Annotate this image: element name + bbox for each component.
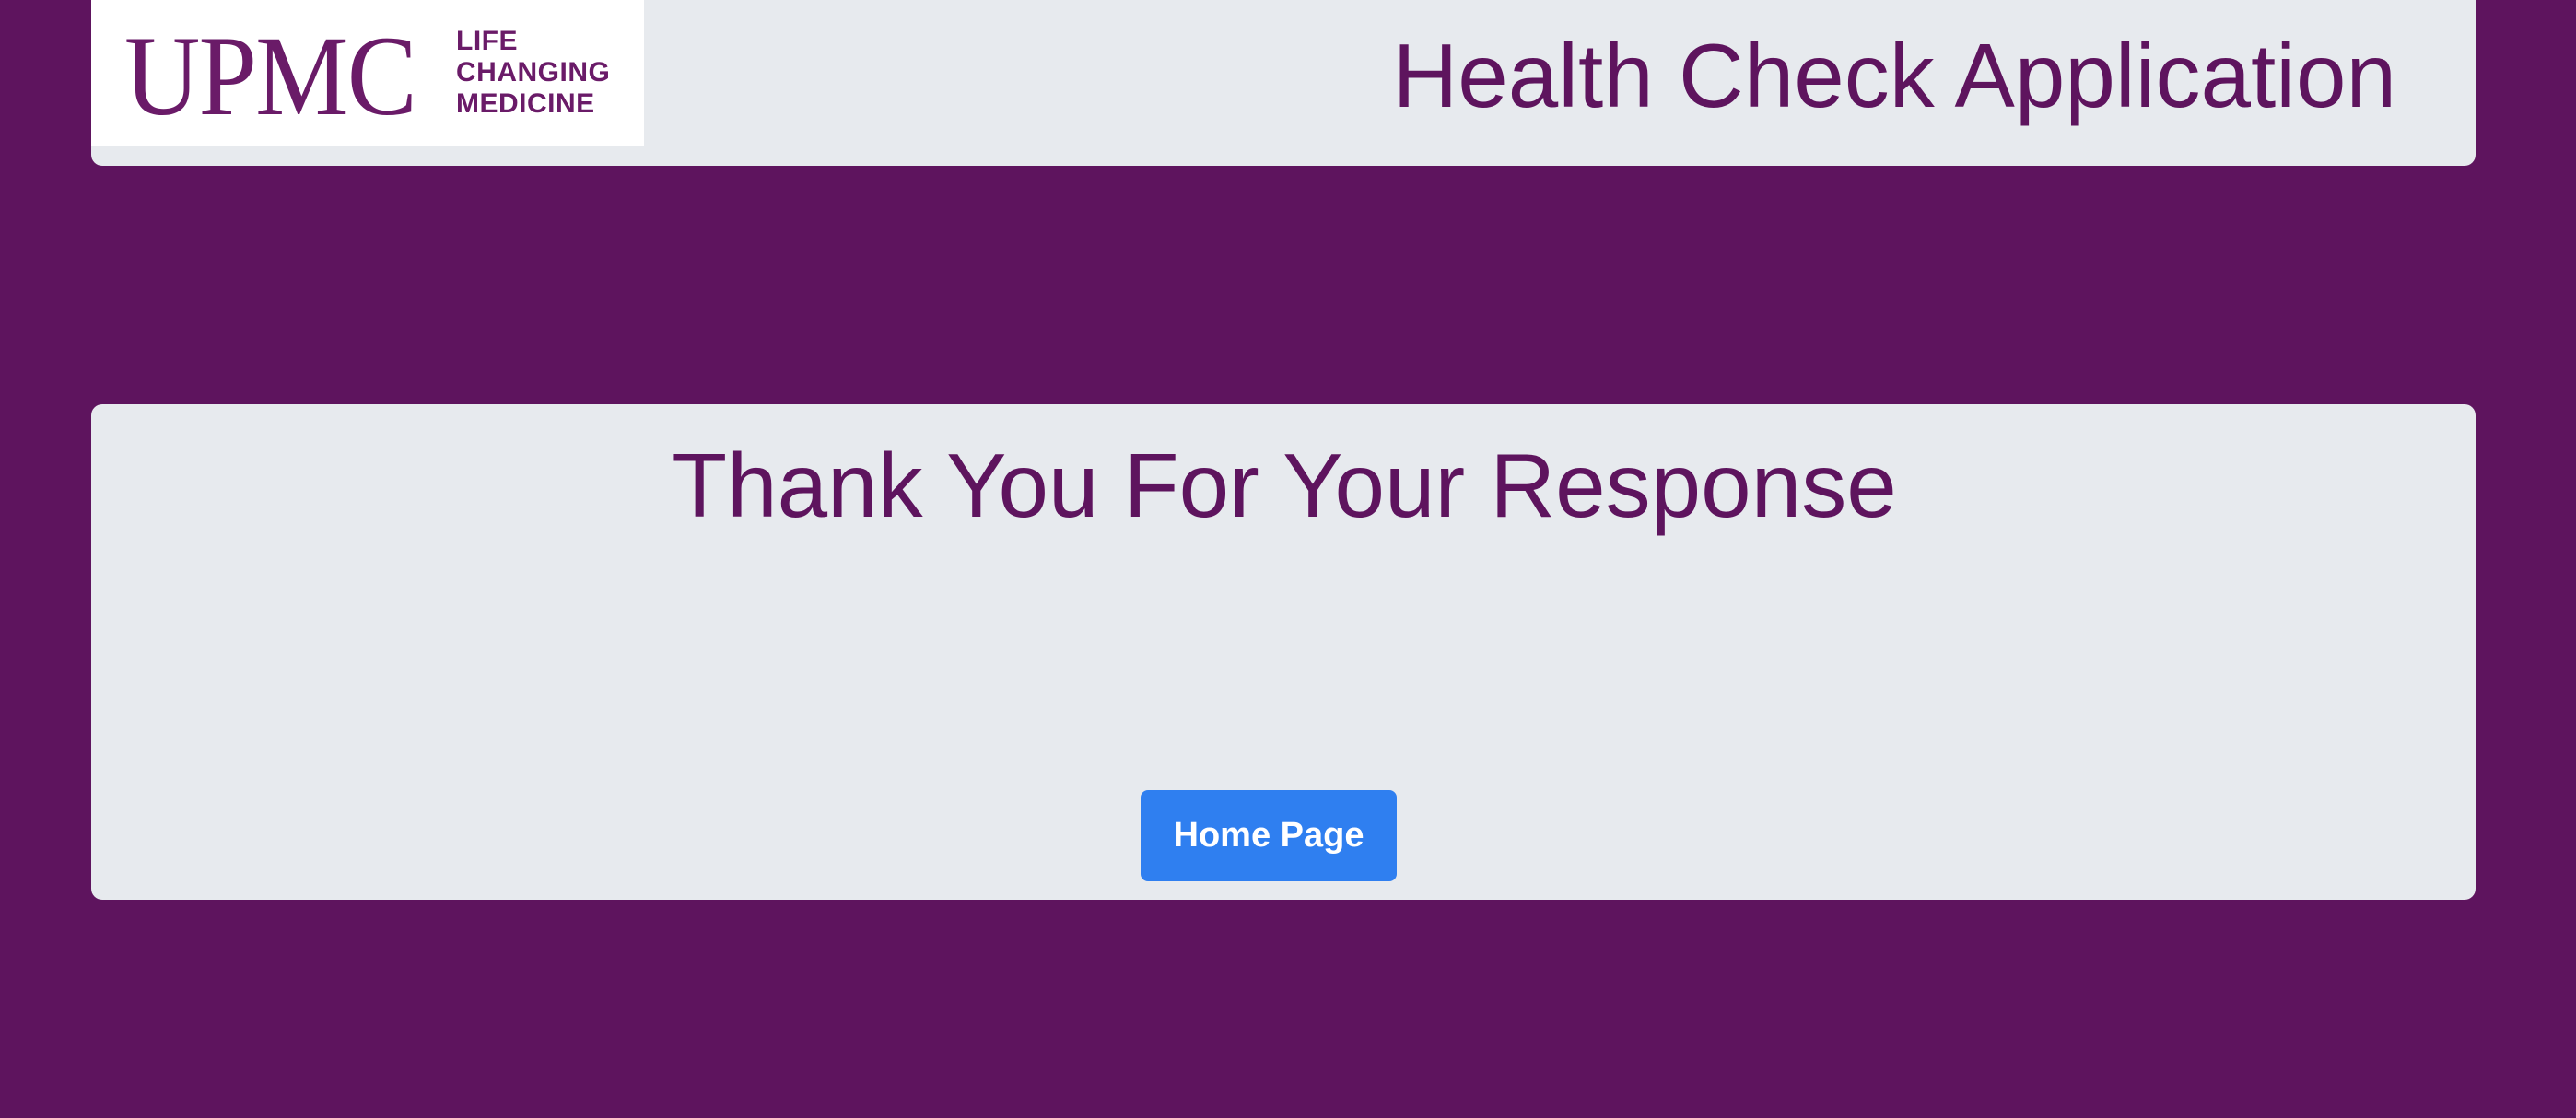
logo-tagline-line: LIFE	[456, 26, 518, 56]
confirmation-panel: Thank You For Your Response Home Page	[91, 404, 2476, 900]
confirmation-heading: Thank You For Your Response	[672, 435, 1897, 536]
logo-tagline-line: CHANGING	[456, 57, 611, 87]
logo-tagline-line: MEDICINE	[456, 88, 595, 119]
upmc-logo: UPMC LIFE CHANGING MEDICINE	[91, 0, 644, 146]
app-title: Health Check Application	[1392, 25, 2396, 126]
logo-wordmark: UPMC	[124, 12, 417, 139]
logo-tagline: LIFE CHANGING MEDICINE	[456, 26, 610, 120]
app-header: UPMC LIFE CHANGING MEDICINE Health Check…	[91, 0, 2476, 166]
home-page-button[interactable]: Home Page	[1141, 790, 1397, 881]
